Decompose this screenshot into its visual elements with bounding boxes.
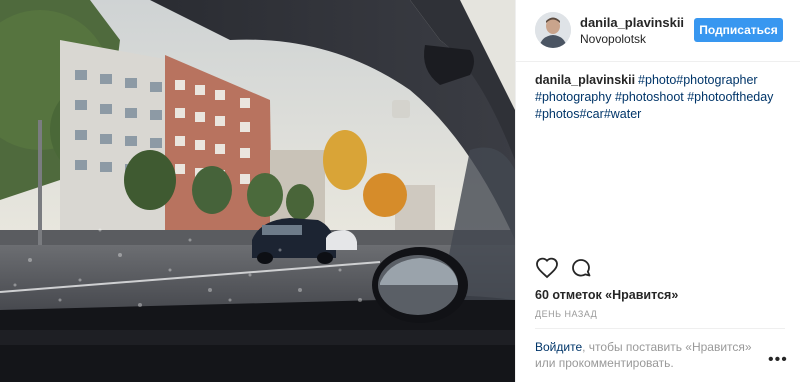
caption-author[interactable]: danila_plavinskii [535,73,635,87]
likes-count[interactable]: 60 отметок «Нравится» [535,288,678,302]
more-options-icon[interactable]: ••• [768,351,788,369]
post-timestamp[interactable]: ДЕНЬ НАЗАД [535,309,597,319]
post-actions [535,256,785,284]
follow-button[interactable]: Подписаться [694,18,783,42]
post-sidebar: danila_plavinskii Novopolotsk Подписатьс… [515,0,800,382]
divider [535,328,785,329]
login-link[interactable]: Войдите [535,340,582,354]
post-photo[interactable] [0,0,515,382]
speech-bubble-icon[interactable] [569,256,595,282]
location-link[interactable]: Novopolotsk [580,32,646,46]
hashtag-link[interactable]: #photoshoot [615,90,684,104]
username-link[interactable]: danila_plavinskii [580,15,684,30]
hashtag-link[interactable]: #photography [535,90,611,104]
hashtag-link[interactable]: #photos [535,107,579,121]
user-avatar-image [535,12,571,48]
hashtag-link[interactable]: #photo [638,73,676,87]
hashtag-link[interactable]: #photographer [676,73,757,87]
hashtag-link[interactable]: #photooftheday [687,90,773,104]
post-caption: danila_plavinskii #photo#photographer #ph… [535,72,785,123]
post-header: danila_plavinskii Novopolotsk Подписатьс… [516,0,800,62]
hashtag-link[interactable]: #car [579,107,603,121]
login-prompt: Войдите, чтобы поставить «Нравится» или … [535,339,770,371]
hashtag-link[interactable]: #water [604,107,642,121]
avatar[interactable] [535,12,571,48]
heart-icon[interactable] [535,256,561,282]
car-window-street-photo [0,0,515,382]
